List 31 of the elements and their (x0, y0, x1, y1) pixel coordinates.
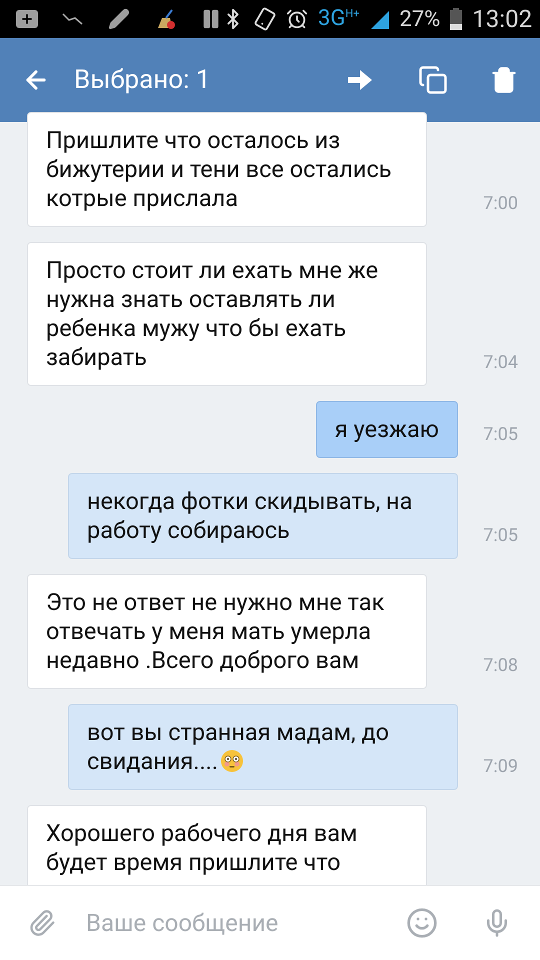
delete-icon[interactable] (490, 66, 518, 94)
message-time: 7:04 (483, 351, 518, 375)
network-subtype: H+ (345, 8, 360, 19)
alarm-icon (286, 8, 308, 30)
message-time: 7:09 (483, 755, 518, 779)
message-bubble[interactable]: Просто стоит ли ехать мне же нужна знать оставлять ли ребенка мужу что бы ехать забирать (27, 242, 427, 386)
toolbar-title: Выбрано: 1 (74, 64, 210, 96)
add-tag-icon (16, 10, 38, 28)
message-bubble[interactable]: я уезжаю (316, 401, 458, 458)
pencil-icon (108, 8, 130, 30)
attach-icon[interactable] (28, 909, 56, 937)
network-type: 3G (318, 8, 346, 30)
message-bubble[interactable]: Пришлите что осталось из бижутерии и тени все остались котрые прислала (27, 112, 427, 227)
graph-icon (62, 12, 84, 26)
forward-icon[interactable] (348, 70, 372, 90)
battery-percent: 27% (399, 6, 440, 34)
battery-icon (450, 8, 462, 30)
message-time: 7:05 (483, 524, 518, 548)
message-bubble[interactable]: вот вы странная мадам, до свидания.... (68, 704, 458, 790)
signal-icon (369, 9, 390, 29)
message-bubble[interactable]: Это не ответ не нужно мне так отвечать у меня мать умерла недавно .Всего доброго вам (27, 574, 427, 689)
copy-icon[interactable] (418, 65, 448, 95)
message-bubble[interactable]: Хорошего рабочего дня вам будет время пришлите что (27, 805, 427, 885)
message-time: 7:00 (483, 192, 518, 216)
message-bubble[interactable]: некогда фотки скидывать, на работу собираюсь (68, 473, 458, 559)
clock: 13:02 (472, 4, 532, 35)
emoji-icon[interactable] (406, 907, 438, 939)
message-composer[interactable]: Ваше сообщение (0, 885, 540, 960)
message-time: 7:08 (483, 654, 518, 678)
message-time: 7:05 (483, 423, 518, 447)
message-field[interactable]: Ваше сообщение (86, 905, 406, 941)
